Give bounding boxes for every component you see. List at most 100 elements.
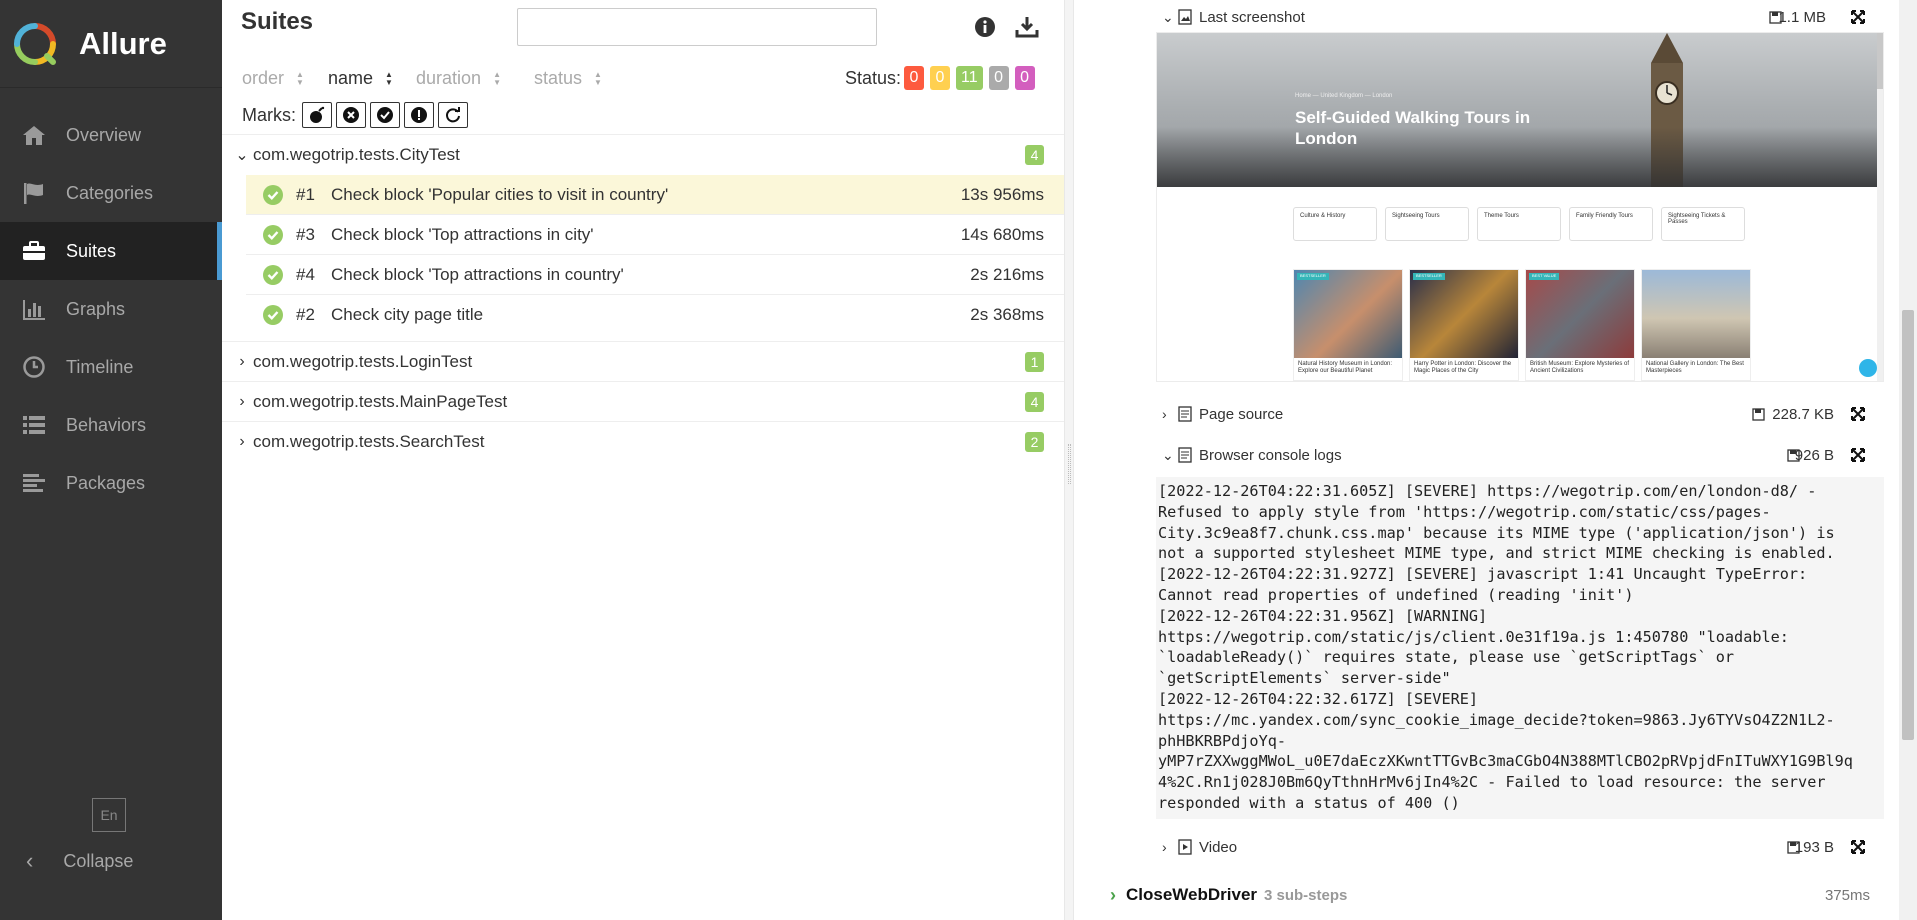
collapse-button[interactable]: ‹ Collapse [26,848,133,874]
search-input[interactable] [517,8,877,46]
screenshot-hero: Home — United Kingdom — London Self-Guid… [1157,33,1883,187]
sidebar: Allure Overview Categories Suites Graphs… [0,0,222,920]
sidebar-item-suites[interactable]: Suites [0,222,222,280]
details-scrollbar[interactable] [1899,0,1917,920]
file-icon [1178,406,1192,422]
sidebar-item-graphs[interactable]: Graphs [0,280,222,338]
sidebar-nav: Overview Categories Suites Graphs Timeli… [0,106,222,512]
status-filter-label: Status: [845,68,902,88]
suite-count-badge: 1 [1025,351,1044,372]
sidebar-item-label: Behaviors [66,414,147,435]
sidebar-item-timeline[interactable]: Timeline [0,338,222,396]
sidebar-item-behaviors[interactable]: Behaviors [0,396,222,454]
suites-pane: Suites order ▲ ▼ name ▲ ▼ duration ▲ ▼ stat… [222,0,1064,920]
sidebar-item-packages[interactable]: Packages [0,454,222,512]
attachment-console-logs-header[interactable]: ⌄ Browser console logs 926 B [1074,438,1898,472]
suite-count-badge: 4 [1025,391,1044,412]
tour-card-title: Harry Potter in London: Discover the Mag… [1414,361,1512,374]
attachment-name: Page source [1199,405,1284,423]
chat-bubble-icon [1859,359,1877,377]
suite-group-header[interactable]: ⌄ com.wegotrip.tests.CityTest 4 [222,135,1064,175]
test-row[interactable]: #3 Check block 'Top attractions in city'… [246,215,1064,255]
sort-arrows-icon: ▲ ▼ [594,69,602,87]
new-failed-icon [343,107,359,123]
expand-icon[interactable] [1850,447,1866,463]
screenshot-cards: BESTSELLER Natural History Museum in Lon… [1293,269,1751,381]
mark-retries-toggle[interactable] [438,102,468,128]
chevron-right-icon: › [239,433,245,450]
category-chip: Sightseeing Tickets & Passes [1661,207,1745,241]
sort-by-duration[interactable]: duration ▲ ▼ [416,68,501,89]
sort-by-status[interactable]: status ▲ ▼ [534,68,602,89]
test-name: Check block 'Top attractions in country' [331,264,624,284]
attachment-screenshot-header[interactable]: ⌄ Last screenshot 1.1 MB [1074,0,1898,34]
mark-flaky-toggle[interactable] [302,102,332,128]
step-row[interactable]: › CloseWebDriver 3 sub-steps 375ms [1110,880,1870,910]
sort-by-name[interactable]: name ▲ ▼ [328,68,393,89]
test-number: #1 [296,184,315,204]
sort-label: order [242,68,285,88]
collapse-label: Collapse [63,850,134,871]
screenshot-scrollbar[interactable] [1877,33,1883,381]
suite-group-header[interactable]: › com.wegotrip.tests.MainPageTest 4 [222,382,1064,422]
language-switch[interactable]: En [92,798,126,832]
list-icon [20,412,48,438]
sort-arrows-icon: ▲ ▼ [493,69,501,87]
file-icon [1178,447,1192,463]
sort-label: duration [416,68,482,88]
sort-arrows-icon: ▲ ▼ [296,69,304,87]
mark-new-failed-toggle[interactable] [336,102,366,128]
test-row[interactable]: #4 Check block 'Top attractions in count… [246,255,1064,295]
status-failed-toggle[interactable]: 0 [904,66,924,90]
tour-card-title: National Gallery in London: The Best Mas… [1646,361,1744,374]
attachment-video-header[interactable]: › Video 193 B [1074,830,1898,864]
passed-status-icon [263,264,283,285]
step-substeps: 3 sub-steps [1264,886,1348,904]
screenshot-preview[interactable]: Home — United Kingdom — London Self-Guid… [1156,32,1884,382]
status-unknown-toggle[interactable]: 0 [1014,66,1035,90]
image-file-icon [1178,9,1192,25]
status-passed-toggle[interactable]: 11 [956,66,983,90]
suite-group-header[interactable]: › com.wegotrip.tests.LoginTest 1 [222,342,1064,382]
expand-icon[interactable] [1850,406,1866,422]
step-name: CloseWebDriver [1126,885,1258,904]
expand-icon[interactable] [1850,9,1866,25]
tour-card-tag: BESTSELLER [1413,273,1445,280]
download-icon[interactable] [1014,14,1040,40]
allure-report-app: Allure Overview Categories Suites Graphs… [0,0,1917,920]
pane-splitter[interactable] [1064,0,1074,920]
video-file-icon [1178,839,1192,855]
briefcase-icon [20,238,48,264]
test-row[interactable]: #2 Check city page title 2s 368ms [246,295,1064,335]
mark-new-passed-toggle[interactable] [370,102,400,128]
screenshot-scrollbar-thumb[interactable] [1877,33,1883,89]
allure-logo-icon [14,22,56,65]
flag-icon [20,180,48,206]
marks-filter: Marks: [242,102,472,128]
sidebar-item-overview[interactable]: Overview [0,106,222,164]
status-skipped-toggle[interactable]: 0 [988,66,1009,90]
info-icon[interactable] [974,16,996,38]
tour-card-image [1526,270,1634,358]
home-icon [20,122,48,148]
marks-label: Marks: [242,104,296,125]
brand[interactable]: Allure [0,0,222,88]
packages-icon [20,470,48,496]
suite-group-header[interactable]: › com.wegotrip.tests.SearchTest 2 [222,422,1064,462]
chevron-down-icon: ⌄ [1162,8,1174,25]
sort-bar: order ▲ ▼ name ▲ ▼ duration ▲ ▼ status ▲ ▼ S… [222,64,1064,94]
status-broken-toggle[interactable]: 0 [930,66,950,90]
new-passed-icon [377,107,393,123]
attachment-size: 228.7 KB [1772,405,1834,423]
sort-by-order[interactable]: order ▲ ▼ [242,68,304,89]
mark-new-broken-toggle[interactable] [404,102,434,128]
details-scrollbar-thumb[interactable] [1902,310,1914,740]
test-duration: 2s 368ms [970,305,1044,324]
expand-icon[interactable] [1850,839,1866,855]
suite-name: com.wegotrip.tests.CityTest [253,145,460,164]
attachment-size: 1.1 MB [1778,8,1826,26]
sidebar-item-categories[interactable]: Categories [0,164,222,222]
attachment-page-source-header[interactable]: › Page source 228.7 KB [1074,397,1898,431]
suite-group: ⌄ com.wegotrip.tests.CityTest 4 #1 Check… [222,135,1064,342]
test-row[interactable]: #1 Check block 'Popular cities to visit … [246,175,1064,215]
